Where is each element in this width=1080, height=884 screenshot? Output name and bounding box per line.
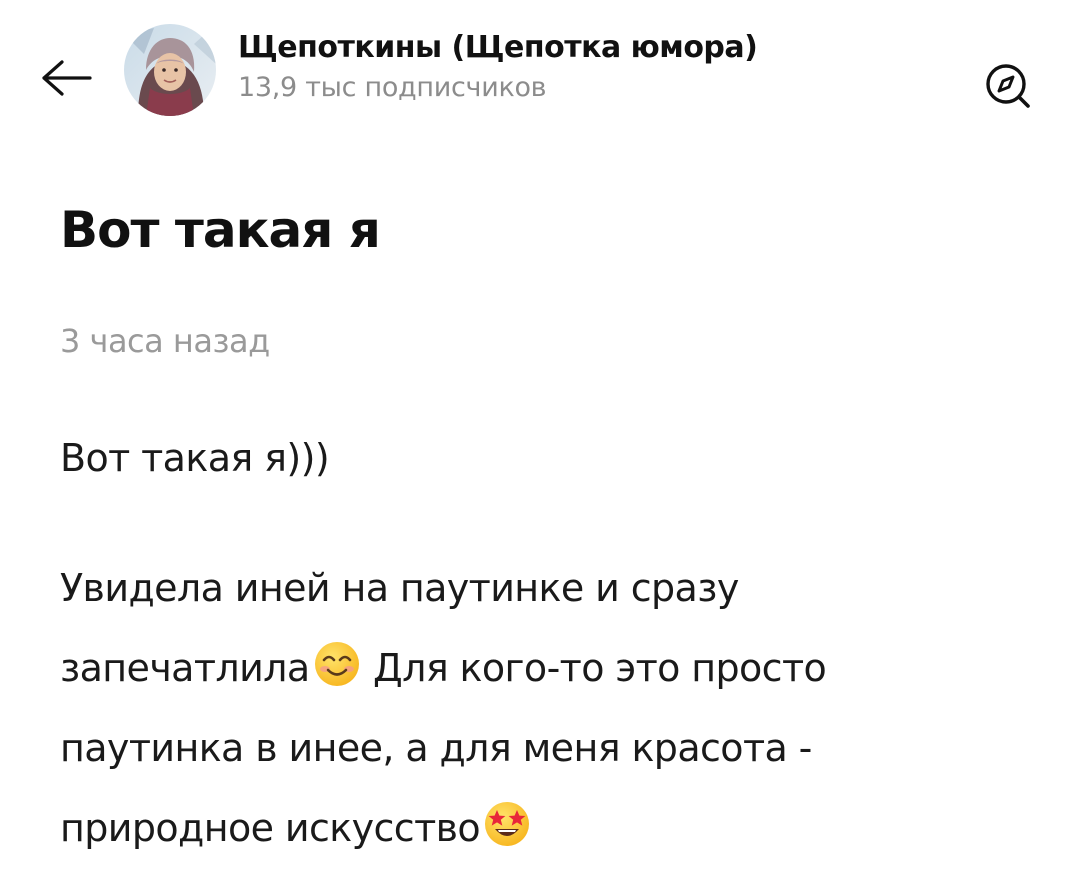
star-struck-icon bbox=[485, 802, 530, 846]
post-header: Щепоткины (Щепотка юмора) 13,9 тыс подпи… bbox=[0, 0, 1080, 130]
channel-info[interactable]: Щепоткины (Щепотка юмора) 13,9 тыс подпи… bbox=[238, 28, 938, 108]
paragraph-text: природное искусство bbox=[60, 806, 481, 850]
back-button[interactable] bbox=[30, 42, 102, 114]
channel-name[interactable]: Щепоткины (Щепотка юмора) bbox=[238, 28, 938, 68]
paragraph-text: запечатлила bbox=[60, 646, 310, 690]
smiling-face-icon bbox=[314, 642, 359, 686]
paragraph-line: запечатлила Для кого-то это просто bbox=[60, 628, 1050, 708]
paragraph-line: паутинка в инее, а для меня красота - bbox=[60, 726, 812, 770]
post-title: Вот такая я bbox=[60, 201, 381, 259]
arrow-left-icon bbox=[42, 60, 92, 96]
post-timestamp: 3 часа назад bbox=[60, 322, 270, 360]
subscriber-count: 13,9 тыс подписчиков bbox=[238, 72, 547, 103]
paragraph-line: природное искусство bbox=[60, 788, 1050, 868]
channel-avatar[interactable] bbox=[124, 24, 216, 116]
avatar-image bbox=[124, 24, 216, 116]
post-paragraph-2: Увидела иней на паутинке и сразу запечат… bbox=[60, 548, 1050, 868]
paragraph-line: Увидела иней на паутинке и сразу bbox=[60, 566, 739, 610]
compass-button[interactable] bbox=[968, 46, 1048, 126]
paragraph-text: Для кого-то это просто bbox=[361, 646, 827, 690]
compass-icon bbox=[986, 64, 1030, 108]
post-paragraph-1: Вот такая я))) bbox=[60, 436, 330, 480]
